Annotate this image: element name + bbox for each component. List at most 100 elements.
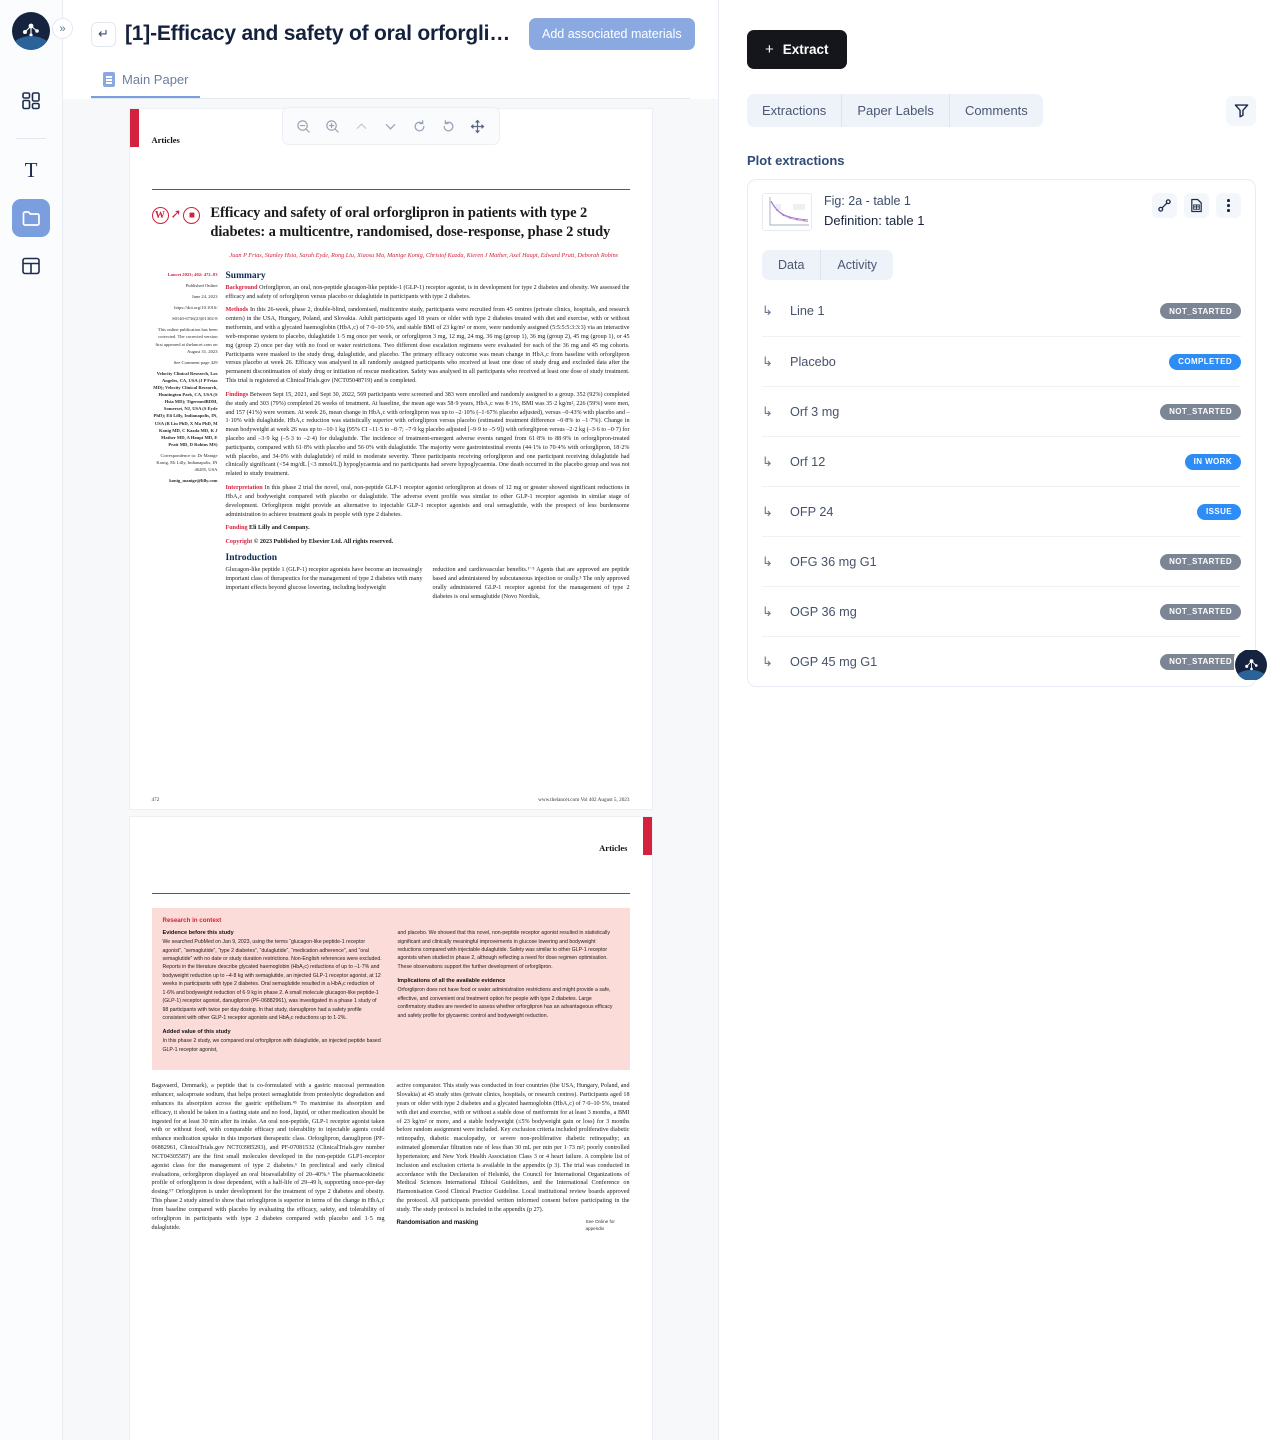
margin-line-6: See Comment page 429 bbox=[173, 359, 218, 365]
table-row[interactable]: ↳ Placebo COMPLETED bbox=[762, 336, 1241, 386]
document-header: ↵ [1]-Efficacy and safety of oral orforg… bbox=[63, 0, 718, 50]
text-methods: In this 26-week, phase 2, double-blind, … bbox=[225, 307, 630, 385]
lead-copyright: Copyright bbox=[225, 539, 253, 546]
add-associated-materials-button[interactable]: Add associated materials bbox=[529, 18, 695, 50]
paper-title: Efficacy and safety of oral orforglipron… bbox=[210, 205, 611, 241]
definition-label: Definition: table 1 bbox=[824, 213, 925, 228]
page2-left-text: Bagsvaerd, Denmark), a peptide that is c… bbox=[151, 1083, 385, 1231]
zoom-out-button[interactable] bbox=[291, 113, 317, 139]
collapse-sidebar-button[interactable]: » bbox=[52, 18, 73, 39]
lead-background: Background bbox=[225, 284, 258, 291]
table-row[interactable]: ↳ OGP 45 mg G1 NOT_STARTED bbox=[762, 636, 1241, 686]
rotate-left-button[interactable] bbox=[407, 113, 433, 139]
card-tab-data[interactable]: Data bbox=[762, 250, 822, 280]
tab-paper-labels[interactable]: Paper Labels bbox=[842, 94, 950, 127]
subitem-arrow-icon: ↳ bbox=[762, 303, 773, 318]
page1-columns: Lancet 2023; 402: 472–83 Published Onlin… bbox=[152, 271, 630, 607]
plot-thumbnail[interactable] bbox=[762, 193, 812, 231]
ric-left-column: Research in context Evidence before this… bbox=[163, 917, 384, 1061]
card-tab-activity[interactable]: Activity bbox=[821, 250, 893, 280]
margin-line-7: Velocity Clinical Research, Los Angeles,… bbox=[153, 370, 218, 447]
file-icon bbox=[103, 72, 115, 87]
edit-curve-button[interactable] bbox=[1152, 193, 1177, 218]
row-label: OFP 24 bbox=[790, 504, 834, 519]
left-icon-rail: T bbox=[0, 0, 63, 1440]
assistant-fab-wave bbox=[1235, 670, 1267, 680]
ric-left-p-0: We searched PubMed on Jan 9, 2023, using… bbox=[162, 939, 382, 1021]
sidebar-item-dashboard[interactable] bbox=[12, 82, 50, 120]
status-badge: NOT_STARTED bbox=[1160, 603, 1241, 620]
summary-background: Background Orforglipron, an oral, non-pe… bbox=[226, 284, 630, 302]
ric-left-p-1: In this phase 2 study, we compared oral … bbox=[162, 1038, 381, 1053]
chevron-down-icon bbox=[385, 123, 396, 130]
status-badge: NOT_STARTED bbox=[1160, 403, 1241, 420]
text-icon: T bbox=[24, 157, 38, 182]
extraction-card-actions bbox=[1152, 193, 1241, 218]
running-head: Articles bbox=[151, 135, 180, 145]
rotate-right-button[interactable] bbox=[436, 113, 462, 139]
ric-right-p-0: and placebo. We showed that this novel, … bbox=[397, 930, 610, 970]
spreadsheet-button[interactable] bbox=[1184, 193, 1209, 218]
pdf-toolbar bbox=[281, 107, 500, 145]
table-row[interactable]: ↳ Line 1 NOT_STARTED bbox=[762, 286, 1241, 336]
table-row[interactable]: ↳ OFP 24 ISSUE bbox=[762, 486, 1241, 536]
row-label: Orf 3 mg bbox=[790, 404, 840, 419]
introduction-right-column: reduction and cardiovascular benefits.¹⁻… bbox=[433, 566, 630, 606]
sidebar-item-folder[interactable] bbox=[12, 199, 50, 237]
subitem-arrow-icon: ↳ bbox=[762, 453, 773, 469]
sidebar-item-table[interactable] bbox=[12, 247, 50, 285]
filter-icon bbox=[1234, 104, 1248, 118]
table-row[interactable]: ↳ Orf 12 IN WORK bbox=[762, 436, 1241, 486]
table-row[interactable]: ↳ OGP 36 mg NOT_STARTED bbox=[762, 586, 1241, 636]
back-button[interactable]: ↵ bbox=[91, 21, 116, 47]
app-logo[interactable] bbox=[12, 12, 50, 50]
crossmark-icon: ■ bbox=[183, 207, 201, 225]
subitem-arrow-icon: ↳ bbox=[762, 353, 773, 369]
paper-body-column: Summary Background Orforglipron, an oral… bbox=[226, 271, 630, 607]
assistant-fab[interactable] bbox=[1234, 650, 1268, 680]
text-funding: Eli Lilly and Company. bbox=[247, 525, 310, 532]
tab-comments[interactable]: Comments bbox=[950, 94, 1043, 127]
text-copyright: © 2023 Published by Elsevier Ltd. All ri… bbox=[252, 539, 394, 546]
ric-left-h-0: Evidence before this study bbox=[162, 930, 234, 937]
tab-main-paper[interactable]: Main Paper bbox=[91, 64, 201, 98]
ric-left-h-1: Added value of this study bbox=[162, 1029, 231, 1036]
pdf-page-2: Articles Research in context Evidence be… bbox=[129, 817, 652, 1440]
page-title: [1]-Efficacy and safety of oral orforgli… bbox=[125, 22, 520, 45]
table-row[interactable]: ↳ OFG 36 mg G1 NOT_STARTED bbox=[762, 536, 1241, 586]
title-rule bbox=[151, 189, 630, 191]
tab-extractions[interactable]: Extractions bbox=[747, 94, 843, 127]
page2-accent-bar bbox=[642, 817, 652, 855]
rotate-right-icon bbox=[443, 119, 454, 131]
summary-interpretation: Interpretation In this phase 2 trial the… bbox=[226, 484, 630, 519]
plus-icon: + bbox=[765, 41, 774, 58]
extract-button-label: Extract bbox=[782, 42, 829, 57]
margin-line-3: https://doi.org/10.1016/ bbox=[174, 305, 218, 311]
extraction-rows: ↳ Line 1 NOT_STARTED ↳ Placebo COMPLETED… bbox=[762, 286, 1241, 686]
previous-page-button[interactable] bbox=[349, 113, 375, 139]
page-number: 472 bbox=[151, 797, 160, 803]
pdf-scroll-area[interactable]: Articles W ➚ ■ Efficacy and safety of or… bbox=[63, 99, 718, 1440]
row-label: OFG 36 mg G1 bbox=[790, 554, 877, 569]
page2-right-text: active comparator. This study was conduc… bbox=[396, 1083, 630, 1213]
subitem-arrow-icon: ↳ bbox=[762, 653, 773, 669]
more-options-button[interactable] bbox=[1216, 193, 1241, 218]
extraction-card-meta: Fig: 2a - table 1 Definition: table 1 bbox=[824, 193, 1140, 228]
status-badge: IN WORK bbox=[1184, 453, 1241, 470]
rotate-left-icon bbox=[414, 119, 425, 131]
sidebar-item-text[interactable]: T bbox=[12, 151, 50, 189]
page2-body: Bagsvaerd, Denmark), a peptide that is c… bbox=[152, 1082, 630, 1237]
journal-footer: www.thelancet.com Vol 402 August 5, 2023 bbox=[538, 797, 630, 803]
next-page-button[interactable] bbox=[378, 113, 404, 139]
zoom-in-button[interactable] bbox=[320, 113, 346, 139]
filter-button[interactable] bbox=[1226, 95, 1256, 126]
extract-button[interactable]: + Extract bbox=[747, 30, 847, 69]
rail-divider bbox=[16, 138, 46, 139]
pan-button[interactable] bbox=[465, 113, 491, 139]
paper-authors: Juan P Frias, Stanley Hsia, Sarah Eyde, … bbox=[229, 252, 619, 260]
subitem-arrow-icon: ↳ bbox=[762, 603, 773, 619]
w-mark-icon: W bbox=[151, 207, 169, 225]
table-row[interactable]: ↳ Orf 3 mg NOT_STARTED bbox=[762, 386, 1241, 436]
margin-line-0: Lancet 2023; 402: 472–83 bbox=[167, 271, 218, 277]
row-label: OGP 45 mg G1 bbox=[790, 654, 878, 669]
